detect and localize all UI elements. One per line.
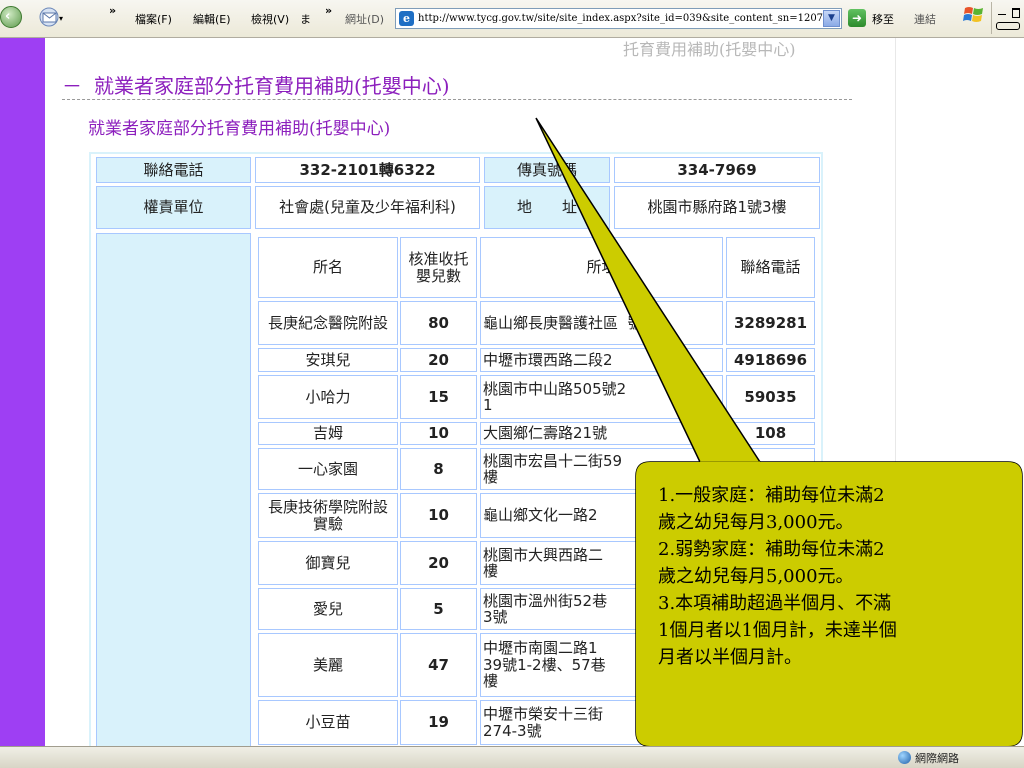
toolbar-chevron-icon[interactable]: » (109, 4, 116, 17)
title-divider (62, 99, 852, 100)
address-label: 網址(D) (345, 13, 385, 26)
section-subtitle: 就業者家庭部分托育費用補助(托嬰中心) (88, 119, 391, 139)
row-name-cell: 美麗 (258, 633, 398, 697)
go-button-label[interactable]: 移至 (872, 11, 894, 27)
row-address-cell: 龜山鄉長庚醫護社區 號 (480, 301, 723, 345)
row-name-cell: 長庚紀念醫院附設 (258, 301, 398, 345)
svg-text:▾: ▾ (59, 14, 63, 23)
row-count-cell: 47 (400, 633, 477, 697)
callout-line: 1個月者以1個月計，未達半個 (658, 620, 897, 641)
row-phone-cell: 59035 (726, 375, 815, 419)
row-count-cell: 20 (400, 348, 477, 372)
back-icon[interactable]: ‹ (0, 6, 22, 28)
purple-sidebar (0, 38, 45, 746)
row-name-cell: 小豆苗 (258, 700, 398, 745)
fax-label: 傳真號碼 (484, 157, 610, 183)
ie-page-icon: e (399, 11, 414, 26)
row-address-cell: 大園鄉仁壽路21號 (480, 422, 723, 445)
callout-line: 歲之幼兒每月5,000元。 (658, 566, 854, 587)
menu-more[interactable]: ま (300, 11, 311, 27)
callout-line: 歲之幼兒每月3,000元。 (658, 512, 854, 533)
header-count-cell: 核准收托嬰兒數 (400, 237, 477, 298)
unit-label: 權責單位 (96, 186, 251, 229)
row-name-cell: 安琪兒 (258, 348, 398, 372)
row-name-cell: 愛兒 (258, 588, 398, 630)
address-label-cell: 地 址 (484, 186, 610, 229)
go-arrow-icon[interactable]: ➜ (848, 9, 866, 27)
callout-line: 1.一般家庭：補助每位未滿2 (658, 485, 885, 506)
browser-toolbar: ‹ ▾ » 檔案(F) 編輯(E) 檢視(V) ま » 網址(D) e http… (0, 0, 1024, 38)
windows-logo-icon (963, 7, 983, 22)
page-title-text: 就業者家庭部分托育費用補助(托嬰中心) (94, 74, 450, 98)
fax-value: 334-7969 (614, 157, 820, 183)
row-name-cell: 長庚技術學院附設實驗 (258, 493, 398, 538)
header-address-cell: 所址 (480, 237, 723, 298)
row-count-cell: 10 (400, 493, 477, 538)
internet-zone-icon (898, 751, 911, 764)
row-name-cell: 小哈力 (258, 375, 398, 419)
row-name-cell: 吉姆 (258, 422, 398, 445)
row-count-cell: 15 (400, 375, 477, 419)
address-dropdown-icon[interactable]: ▼ (823, 10, 840, 27)
row-count-cell: 8 (400, 448, 477, 490)
header-name-cell: 所名 (258, 237, 398, 298)
row-address-cell: 中壢市環西路二段2 (480, 348, 723, 372)
links-label[interactable]: 連結 (914, 11, 936, 27)
callout-line: 月者以半個月計。 (658, 647, 802, 668)
unit-value: 社會處(兒童及少年福利科) (255, 186, 480, 229)
menu-file[interactable]: 檔案(F) (135, 11, 172, 27)
menu-edit[interactable]: 編輯(E) (193, 11, 231, 27)
row-phone-cell: 108 (726, 422, 815, 445)
title-dash: － (62, 74, 82, 98)
row-count-cell: 19 (400, 700, 477, 745)
row-count-cell: 20 (400, 541, 477, 585)
row-name-cell: 御寶兒 (258, 541, 398, 585)
phone-label: 聯絡電話 (96, 157, 251, 183)
window-controls-icon[interactable] (991, 2, 1024, 34)
menu-chevron-icon[interactable]: » (325, 4, 332, 17)
row-count-cell: 80 (400, 301, 477, 345)
row-name-cell: 一心家園 (258, 448, 398, 490)
callout-line: 3.本項補助超過半個月、不滿 (658, 593, 892, 614)
row-address-cell: 桃園市中山路505號2 1 (480, 375, 723, 419)
row-phone-cell: 3289281 (726, 301, 815, 345)
status-bar: 網際網路 (0, 746, 1024, 768)
page-title: － 就業者家庭部分托育費用補助(托嬰中心) (62, 70, 450, 99)
header-phone-cell: 聯絡電話 (726, 237, 815, 298)
mail-icon[interactable]: ▾ (38, 6, 64, 28)
address-value: 桃園市縣府路1號3樓 (614, 186, 820, 229)
row-count-cell: 10 (400, 422, 477, 445)
callout-line: 2.弱勢家庭：補助每位未滿2 (658, 539, 885, 560)
menu-view[interactable]: 檢視(V) (251, 11, 289, 27)
row-phone-cell (726, 700, 815, 745)
row-count-cell: 5 (400, 588, 477, 630)
breadcrumb: 托育費用補助(托嬰中心) (623, 40, 796, 59)
row-address-cell: 中壢市榮安十三街 274-3號 (480, 700, 723, 745)
address-url[interactable]: http://www.tycg.gov.tw/site/site_index.a… (418, 13, 829, 24)
callout-text: 1.一般家庭：補助每位未滿2 歲之幼兒每月3,000元。 2.弱勢家庭：補助每位未滿… (658, 482, 993, 671)
row-phone-cell: 4918696 (726, 348, 815, 372)
address-bar[interactable]: e http://www.tycg.gov.tw/site/site_index… (395, 8, 842, 29)
phone-value: 332-2101轉6322 (255, 157, 480, 183)
internet-zone-label: 網際網路 (915, 752, 959, 765)
centers-label-cell (96, 233, 251, 748)
